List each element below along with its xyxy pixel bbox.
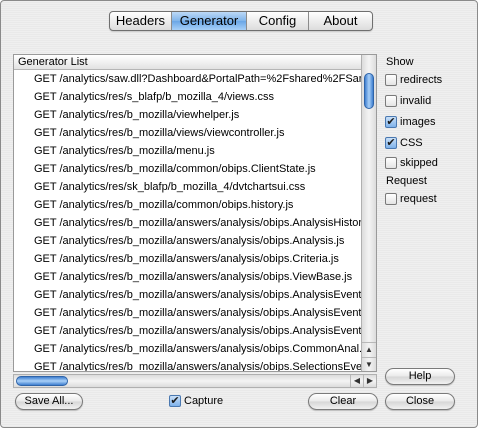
generator-window: Headers Generator Config About Generator… xyxy=(0,0,478,428)
list-item[interactable]: GET /analytics/res/sk_blafp/b_mozilla_4/… xyxy=(14,178,362,196)
list-item[interactable]: GET /analytics/res/b_mozilla/viewhelper.… xyxy=(14,106,362,124)
list-item[interactable]: GET /analytics/res/b_mozilla/answers/ana… xyxy=(14,340,362,358)
checkbox-skipped[interactable]: skipped xyxy=(385,156,438,170)
checkbox-css[interactable]: ✔ CSS xyxy=(385,136,423,150)
checkbox-request-label: request xyxy=(400,193,437,205)
list-item[interactable]: GET /analytics/res/s_blafp/b_mozilla_4/v… xyxy=(14,88,362,106)
capture-checkbox-label: Capture xyxy=(184,395,224,407)
list-item[interactable]: GET /analytics/res/b_mozilla/views/viewc… xyxy=(14,124,362,142)
checkbox-skipped-box[interactable] xyxy=(385,157,397,169)
scroll-down-arrow-icon[interactable]: ▼ xyxy=(362,357,376,371)
list-item[interactable]: GET /analytics/res/b_mozilla/answers/ana… xyxy=(14,268,362,286)
scroll-right-arrow-icon[interactable]: ▶ xyxy=(363,375,376,387)
checkbox-invalid-label: invalid xyxy=(400,95,432,107)
checkbox-request-box[interactable] xyxy=(385,193,397,205)
list-item[interactable]: GET /analytics/res/b_mozilla/answers/ana… xyxy=(14,232,362,250)
checkbox-skipped-label: skipped xyxy=(400,157,438,169)
tab-generator[interactable]: Generator xyxy=(172,12,247,30)
vertical-scrollbar[interactable]: ▲ ▼ xyxy=(361,55,376,371)
list-column-header[interactable]: Generator List xyxy=(14,55,362,70)
scroll-up-arrow-icon[interactable]: ▲ xyxy=(362,342,376,356)
close-button[interactable]: Close xyxy=(385,393,455,410)
list-item[interactable]: GET /analytics/res/b_mozilla/answers/ana… xyxy=(14,358,362,371)
list-item[interactable]: GET /analytics/res/b_mozilla/answers/ana… xyxy=(14,214,362,232)
list-item[interactable]: GET /analytics/res/b_mozilla/menu.js xyxy=(14,142,362,160)
save-all-button[interactable]: Save All... xyxy=(15,393,83,410)
generator-list[interactable]: Generator List GET /analytics/saw.dll?Da… xyxy=(13,54,377,372)
tab-config[interactable]: Config xyxy=(247,12,309,30)
list-item[interactable]: GET /analytics/res/b_mozilla/answers/ana… xyxy=(14,304,362,322)
help-button[interactable]: Help xyxy=(385,368,455,385)
checkbox-images-label: images xyxy=(400,116,436,128)
capture-checkbox-box[interactable]: ✔ xyxy=(169,395,181,407)
checkbox-request[interactable]: request xyxy=(385,192,437,206)
list-item[interactable]: GET /analytics/res/b_mozilla/answers/ana… xyxy=(14,322,362,340)
checkbox-images[interactable]: ✔ images xyxy=(385,115,435,129)
list-item[interactable]: GET /analytics/saw.dll?Dashboard&PortalP… xyxy=(14,70,362,88)
horizontal-scrollbar[interactable]: ◀ ▶ xyxy=(13,374,377,388)
list-rows: GET /analytics/saw.dll?Dashboard&PortalP… xyxy=(14,70,362,371)
tab-headers[interactable]: Headers xyxy=(110,12,172,30)
scroll-left-arrow-icon[interactable]: ◀ xyxy=(350,375,363,387)
checkbox-css-label: CSS xyxy=(400,137,423,149)
request-heading: Request xyxy=(386,175,427,187)
checkbox-invalid[interactable]: invalid xyxy=(385,94,431,108)
list-item[interactable]: GET /analytics/res/b_mozilla/common/obip… xyxy=(14,160,362,178)
horizontal-scroll-thumb[interactable] xyxy=(16,376,68,386)
list-item[interactable]: GET /analytics/res/b_mozilla/common/obip… xyxy=(14,196,362,214)
vertical-scroll-thumb[interactable] xyxy=(364,73,374,109)
tab-about[interactable]: About xyxy=(309,12,372,30)
checkbox-redirects-box[interactable] xyxy=(385,74,397,86)
show-heading: Show xyxy=(386,56,414,68)
capture-checkbox[interactable]: ✔ Capture xyxy=(169,394,223,408)
clear-button[interactable]: Clear xyxy=(308,393,378,410)
checkbox-invalid-box[interactable] xyxy=(385,95,397,107)
list-item[interactable]: GET /analytics/res/b_mozilla/answers/ana… xyxy=(14,286,362,304)
list-item[interactable]: GET /analytics/res/b_mozilla/answers/ana… xyxy=(14,250,362,268)
checkbox-images-box[interactable]: ✔ xyxy=(385,116,397,128)
tab-bar: Headers Generator Config About xyxy=(109,11,373,31)
checkbox-redirects[interactable]: redirects xyxy=(385,73,442,87)
checkbox-css-box[interactable]: ✔ xyxy=(385,137,397,149)
checkbox-redirects-label: redirects xyxy=(400,74,443,86)
